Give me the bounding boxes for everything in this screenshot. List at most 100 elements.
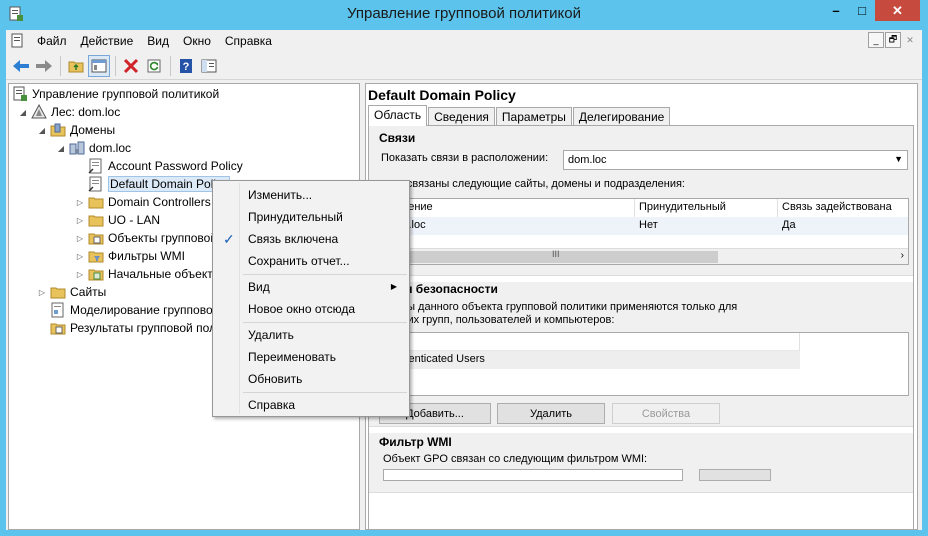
tree-node-domains[interactable]: ◢ Домены bbox=[37, 121, 115, 139]
menu-action[interactable]: Действие bbox=[74, 30, 141, 52]
tree-node-gpo-link-selected[interactable]: Default Domain Policy bbox=[88, 175, 231, 193]
tree-node-root[interactable]: Управление групповой политикой bbox=[12, 85, 219, 103]
collapse-icon[interactable]: ◢ bbox=[18, 108, 28, 117]
tab-settings[interactable]: Параметры bbox=[495, 107, 572, 126]
submenu-arrow-icon: ▶ bbox=[390, 282, 397, 291]
back-button[interactable] bbox=[10, 55, 32, 77]
list-item[interactable]: ...uthenticated Users bbox=[380, 351, 800, 369]
menu-item-refresh[interactable]: Обновить bbox=[215, 368, 407, 390]
wmi-folder-icon bbox=[88, 251, 104, 263]
sites-folder-icon bbox=[50, 287, 66, 299]
expand-icon[interactable]: ▷ bbox=[75, 252, 85, 261]
chevron-down-icon: ▼ bbox=[894, 154, 903, 164]
refresh-button[interactable] bbox=[143, 55, 165, 77]
show-tree-icon bbox=[91, 59, 107, 72]
tree-node-ou[interactable]: ▷ Domain Controllers bbox=[75, 193, 211, 211]
menu-view[interactable]: Вид bbox=[140, 30, 176, 52]
modeling-icon bbox=[51, 302, 64, 318]
close-button[interactable]: ✕ bbox=[875, 0, 920, 21]
menu-window[interactable]: Окно bbox=[176, 30, 218, 52]
help-icon: ? bbox=[180, 58, 192, 73]
maximize-button[interactable]: □ bbox=[849, 0, 875, 21]
tree-node-label: Домены bbox=[70, 123, 116, 137]
column-header-name[interactable] bbox=[380, 333, 800, 351]
mdi-restore-button[interactable]: 🗗 bbox=[885, 32, 901, 48]
links-list[interactable]: ...ещение Принудительный Связь задейство… bbox=[379, 198, 909, 265]
menu-item-label: Удалить bbox=[248, 328, 294, 342]
tree-node-forest[interactable]: ◢ Лес: dom.loc bbox=[18, 103, 120, 121]
menu-item-edit[interactable]: Изменить... bbox=[215, 184, 407, 206]
menu-help[interactable]: Справка bbox=[218, 30, 279, 52]
table-row[interactable]: ...om.loc Нет Да bbox=[380, 217, 908, 235]
remove-principal-button[interactable]: Удалить bbox=[497, 403, 605, 424]
domain-icon bbox=[69, 141, 85, 155]
security-description-line2: ...ющих групп, пользователей и компьютер… bbox=[381, 314, 615, 326]
expand-icon[interactable]: ▷ bbox=[75, 270, 85, 279]
delete-button[interactable] bbox=[120, 55, 142, 77]
menu-item-view[interactable]: Вид ▶ bbox=[215, 276, 407, 298]
tree-node-wmi-filters[interactable]: ▷ Фильтры WMI bbox=[75, 247, 185, 265]
column-header-enabled[interactable]: Связь задействована bbox=[778, 199, 908, 217]
tree-node-label: dom.loc bbox=[89, 141, 132, 155]
tab-details[interactable]: Сведения bbox=[428, 107, 495, 126]
menu-item-delete[interactable]: Удалить bbox=[215, 324, 407, 346]
tree-node-label: Лес: dom.loc bbox=[51, 105, 121, 119]
tree-node-domain[interactable]: ◢ dom.loc bbox=[56, 139, 131, 157]
toolbar: ? bbox=[6, 52, 922, 80]
menu-item-label: Изменить... bbox=[248, 188, 313, 202]
wmi-filter-dropdown[interactable] bbox=[383, 469, 683, 481]
toolbar-separator bbox=[170, 55, 171, 76]
links-title: Связи bbox=[379, 131, 416, 145]
delete-icon bbox=[123, 58, 139, 73]
gpo-link-icon bbox=[88, 158, 102, 174]
mmc-document-icon[interactable] bbox=[10, 33, 26, 49]
title-bar[interactable]: Управление групповой политикой – □ ✕ bbox=[0, 0, 928, 30]
context-menu: Изменить... Принудительный ✓ Связь включ… bbox=[212, 180, 410, 417]
mdi-close-button[interactable]: ✕ bbox=[902, 32, 918, 48]
links-horizontal-scrollbar[interactable]: III › bbox=[380, 248, 908, 264]
show-links-label: Показать связи в расположении: bbox=[381, 152, 549, 164]
help-button[interactable]: ? bbox=[175, 55, 197, 77]
menu-item-link-enabled[interactable]: ✓ Связь включена bbox=[215, 228, 407, 250]
menu-item-rename[interactable]: Переименовать bbox=[215, 346, 407, 368]
properties-button[interactable] bbox=[198, 55, 220, 77]
menu-separator bbox=[243, 392, 407, 393]
links-location-dropdown[interactable]: dom.loc ▼ bbox=[563, 150, 908, 170]
open-wmi-filter-button[interactable] bbox=[699, 469, 771, 481]
collapse-icon[interactable]: ◢ bbox=[56, 144, 66, 153]
scroll-right-arrow-icon[interactable]: › bbox=[901, 250, 904, 261]
tab-scope[interactable]: Область bbox=[368, 105, 428, 126]
tree-node-gpo-link[interactable]: Account Password Policy bbox=[88, 157, 243, 175]
expand-icon[interactable]: ▷ bbox=[75, 234, 85, 243]
gpo-title: Default Domain Policy bbox=[368, 87, 516, 103]
column-header-enforced[interactable]: Принудительный bbox=[635, 199, 778, 217]
mdi-minimize-button[interactable]: _ bbox=[868, 32, 884, 48]
expand-icon[interactable]: ▷ bbox=[37, 288, 47, 297]
column-header-location[interactable]: ...ещение bbox=[380, 199, 635, 217]
expand-icon[interactable]: ▷ bbox=[75, 198, 85, 207]
menu-item-label: Сохранить отчет... bbox=[248, 254, 350, 268]
tree-node-sites[interactable]: ▷ Сайты bbox=[37, 283, 106, 301]
security-principals-list[interactable]: ...uthenticated Users bbox=[379, 332, 909, 396]
properties-button[interactable]: Свойства bbox=[612, 403, 720, 424]
expand-icon[interactable]: ▷ bbox=[75, 216, 85, 225]
ou-folder-icon bbox=[88, 215, 104, 227]
menu-item-enforced[interactable]: Принудительный bbox=[215, 206, 407, 228]
up-level-button[interactable] bbox=[65, 55, 87, 77]
menu-item-help[interactable]: Справка bbox=[215, 394, 407, 416]
ou-folder-icon bbox=[88, 197, 104, 209]
menu-file[interactable]: Файл bbox=[30, 30, 74, 52]
menu-item-save-report[interactable]: Сохранить отчет... bbox=[215, 250, 407, 272]
collapse-icon[interactable]: ◢ bbox=[37, 126, 47, 135]
up-folder-icon bbox=[68, 61, 84, 72]
forward-button[interactable] bbox=[33, 55, 55, 77]
show-hide-tree-button[interactable] bbox=[88, 54, 110, 77]
tab-delegation[interactable]: Делегирование bbox=[572, 107, 671, 126]
tree-node-ou[interactable]: ▷ UO - LAN bbox=[75, 211, 160, 229]
links-location-value: dom.loc bbox=[568, 154, 607, 166]
wmi-filter-section: Фильтр WMI Объект GPO связан со следующи… bbox=[369, 433, 913, 493]
minimize-button[interactable]: – bbox=[823, 0, 849, 21]
menu-item-new-window[interactable]: Новое окно отсюда bbox=[215, 298, 407, 320]
gpo-folder-icon bbox=[88, 233, 104, 245]
cell-enabled: Да bbox=[782, 219, 796, 231]
